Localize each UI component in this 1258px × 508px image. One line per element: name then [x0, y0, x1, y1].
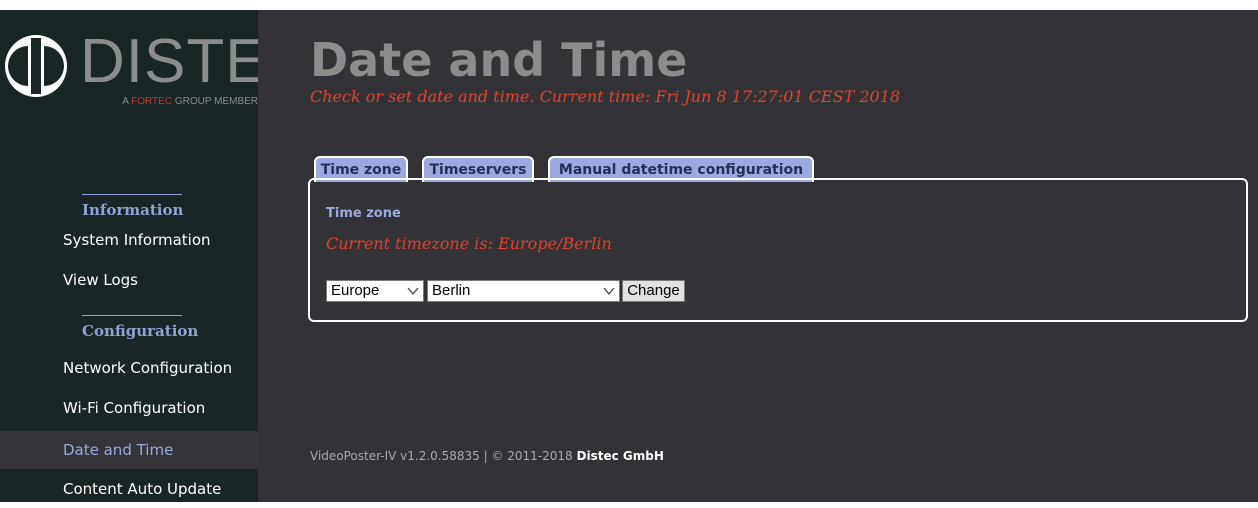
- footer-version: VideoPoster-IV v1.2.0.58835 | © 2011-201…: [310, 449, 577, 463]
- time-zone-panel: Time zone Current timezone is: Europe/Be…: [308, 178, 1248, 322]
- nav-item-content-auto-update[interactable]: Content Auto Update: [0, 470, 258, 508]
- footer-company: Distec GmbH: [576, 449, 664, 463]
- footer: VideoPoster-IV v1.2.0.58835 | © 2011-201…: [310, 449, 664, 463]
- sidebar: DISTEC A FORTEC GROUP MEMBER Information…: [0, 10, 312, 502]
- main-content: Date and Time Check or set date and time…: [258, 10, 1258, 502]
- panel-title: Time zone: [326, 206, 401, 221]
- city-select-value: Berlin: [432, 282, 471, 299]
- chevron-down-icon: [407, 287, 419, 296]
- change-button[interactable]: Change: [622, 280, 685, 302]
- nav-heading-information: Information: [82, 194, 183, 219]
- current-timezone-message: Current timezone is: Europe/Berlin: [326, 234, 612, 253]
- nav-item-wifi-configuration[interactable]: Wi-Fi Configuration: [0, 389, 258, 427]
- nav-heading-configuration: Configuration: [82, 315, 198, 340]
- city-select[interactable]: Berlin: [427, 280, 620, 302]
- distec-logo[interactable]: DISTEC A FORTEC GROUP MEMBER: [4, 30, 312, 110]
- distec-logo-mark-icon: [5, 35, 67, 97]
- nav-item-network-configuration[interactable]: Network Configuration: [0, 349, 258, 387]
- page-title: Date and Time: [310, 33, 688, 87]
- nav-item-system-information[interactable]: System Information: [0, 221, 258, 259]
- chevron-down-icon: [603, 287, 615, 296]
- nav-item-view-logs[interactable]: View Logs: [0, 261, 258, 299]
- logo-tagline: A FORTEC GROUP MEMBER: [122, 96, 258, 107]
- region-select-value: Europe: [331, 282, 380, 299]
- page-subtitle: Check or set date and time. Current time…: [310, 87, 901, 106]
- region-select[interactable]: Europe: [326, 280, 424, 302]
- nav-item-date-and-time[interactable]: Date and Time: [0, 431, 258, 469]
